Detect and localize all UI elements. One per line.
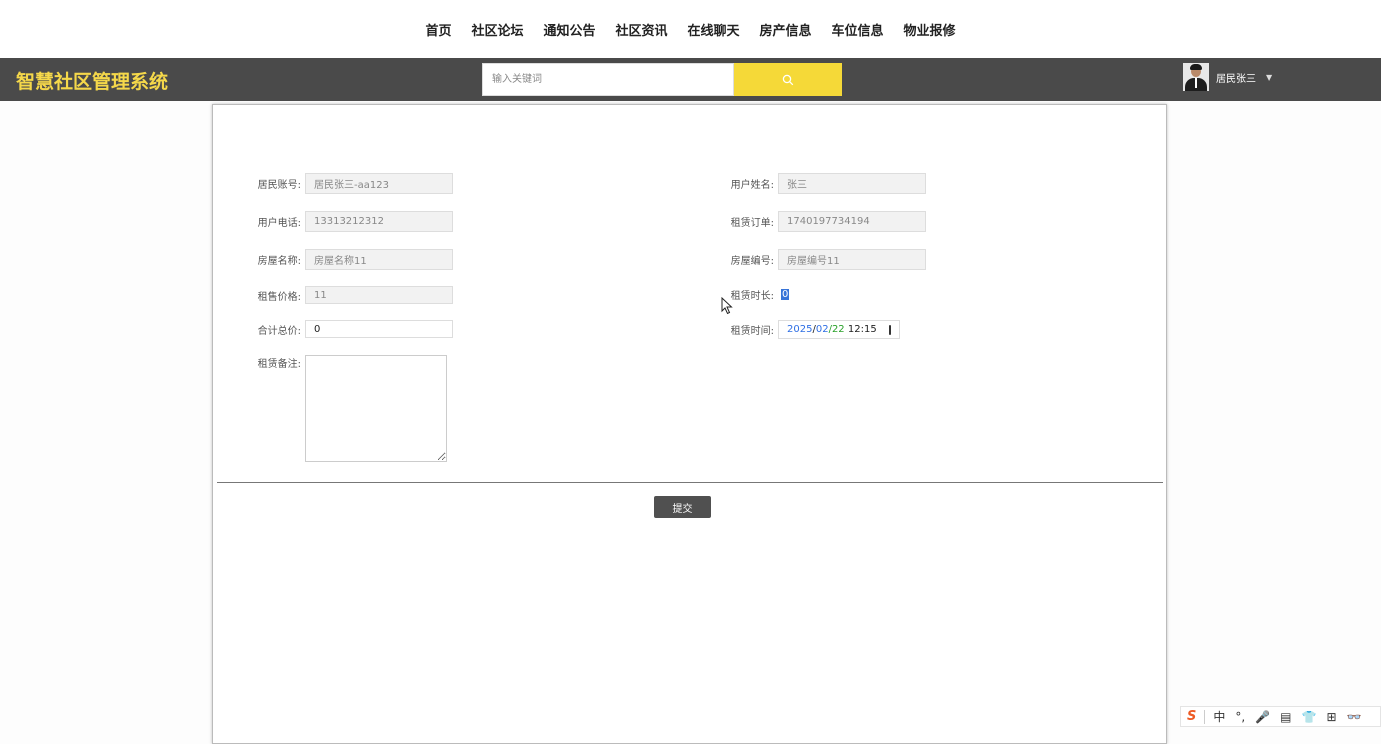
- nav-item-chat[interactable]: 在线聊天: [688, 20, 740, 39]
- site-brand[interactable]: 智慧社区管理系统: [16, 67, 168, 94]
- duration-value: 0: [781, 288, 790, 300]
- top-navigation: 首页 社区论坛 通知公告 社区资讯 在线聊天 房产信息 车位信息 物业报修: [0, 0, 1381, 58]
- account-field[interactable]: 居民张三-aa123: [305, 173, 453, 194]
- user-menu[interactable]: 居民张三 ▼: [1183, 63, 1272, 91]
- date-day: 22: [831, 324, 845, 335]
- avatar: [1183, 63, 1209, 91]
- price-field[interactable]: 11: [305, 286, 453, 304]
- glasses-icon[interactable]: 👓: [1347, 710, 1362, 724]
- user-name: 居民张三: [1216, 73, 1256, 85]
- phone-label: 用户电话:: [257, 218, 301, 229]
- submit-button[interactable]: 提交: [654, 496, 711, 518]
- nav-item-notice[interactable]: 通知公告: [543, 20, 595, 39]
- order-label: 租赁订单:: [730, 218, 774, 229]
- ime-chinese-mode[interactable]: 中: [1213, 708, 1225, 725]
- house-name-field[interactable]: 房屋名称11: [305, 249, 453, 270]
- calendar-icon[interactable]: [888, 324, 891, 335]
- username-field[interactable]: 张三: [778, 173, 926, 194]
- nav-item-property[interactable]: 房产信息: [760, 20, 812, 39]
- total-label: 合计总价:: [257, 325, 301, 337]
- nav-item-repair[interactable]: 物业报修: [904, 20, 956, 39]
- total-field[interactable]: 0: [305, 320, 453, 338]
- memo-label: 租赁备注:: [257, 359, 301, 370]
- keyboard-icon[interactable]: ▤: [1280, 710, 1291, 724]
- microphone-icon[interactable]: 🎤: [1255, 710, 1270, 724]
- nav-item-news[interactable]: 社区资讯: [615, 20, 667, 39]
- search-input[interactable]: [482, 63, 734, 96]
- house-no-field[interactable]: 房屋编号11: [778, 249, 926, 270]
- date-year: 2025: [787, 324, 813, 335]
- date-month: 02: [815, 324, 829, 335]
- house-name-label: 房屋名称:: [257, 256, 301, 267]
- nav-item-forum[interactable]: 社区论坛: [471, 20, 523, 39]
- form-divider: [217, 482, 1163, 483]
- sogou-logo-icon[interactable]: S: [1187, 709, 1196, 724]
- price-label: 租售价格:: [257, 291, 301, 303]
- mouse-cursor-icon: [721, 297, 733, 315]
- toolbox-icon[interactable]: ⊞: [1326, 710, 1336, 724]
- account-label: 居民账号:: [257, 180, 301, 191]
- search-bar: [482, 63, 842, 96]
- username-label: 用户姓名:: [730, 180, 774, 191]
- duration-field[interactable]: 0: [778, 285, 798, 303]
- ime-toolbar: S 中 °, 🎤 ▤ 👕 ⊞ 👓: [1180, 706, 1381, 727]
- phone-field[interactable]: 13313212312: [305, 211, 453, 232]
- search-icon: [782, 74, 794, 85]
- house-no-label: 房屋编号:: [730, 256, 774, 267]
- ime-punctuation-icon[interactable]: °,: [1235, 710, 1245, 724]
- header-bar: 智慧社区管理系统 居民张三 ▼: [0, 58, 1381, 101]
- lease-form-panel: 居民账号: 居民张三-aa123 用户电话: 13313212312 房屋名称:…: [212, 104, 1167, 744]
- date-time: 12:15: [847, 324, 877, 335]
- memo-textarea[interactable]: [305, 355, 447, 462]
- nav-item-parking[interactable]: 车位信息: [832, 20, 884, 39]
- date-label: 租赁时间:: [730, 326, 774, 337]
- search-button[interactable]: [734, 63, 842, 96]
- order-field[interactable]: 1740197734194: [778, 211, 926, 232]
- skin-icon[interactable]: 👕: [1302, 710, 1317, 724]
- nav-item-home[interactable]: 首页: [425, 20, 451, 39]
- date-field[interactable]: 2025/02/22 12:15: [778, 320, 900, 339]
- chevron-down-icon: ▼: [1266, 72, 1273, 82]
